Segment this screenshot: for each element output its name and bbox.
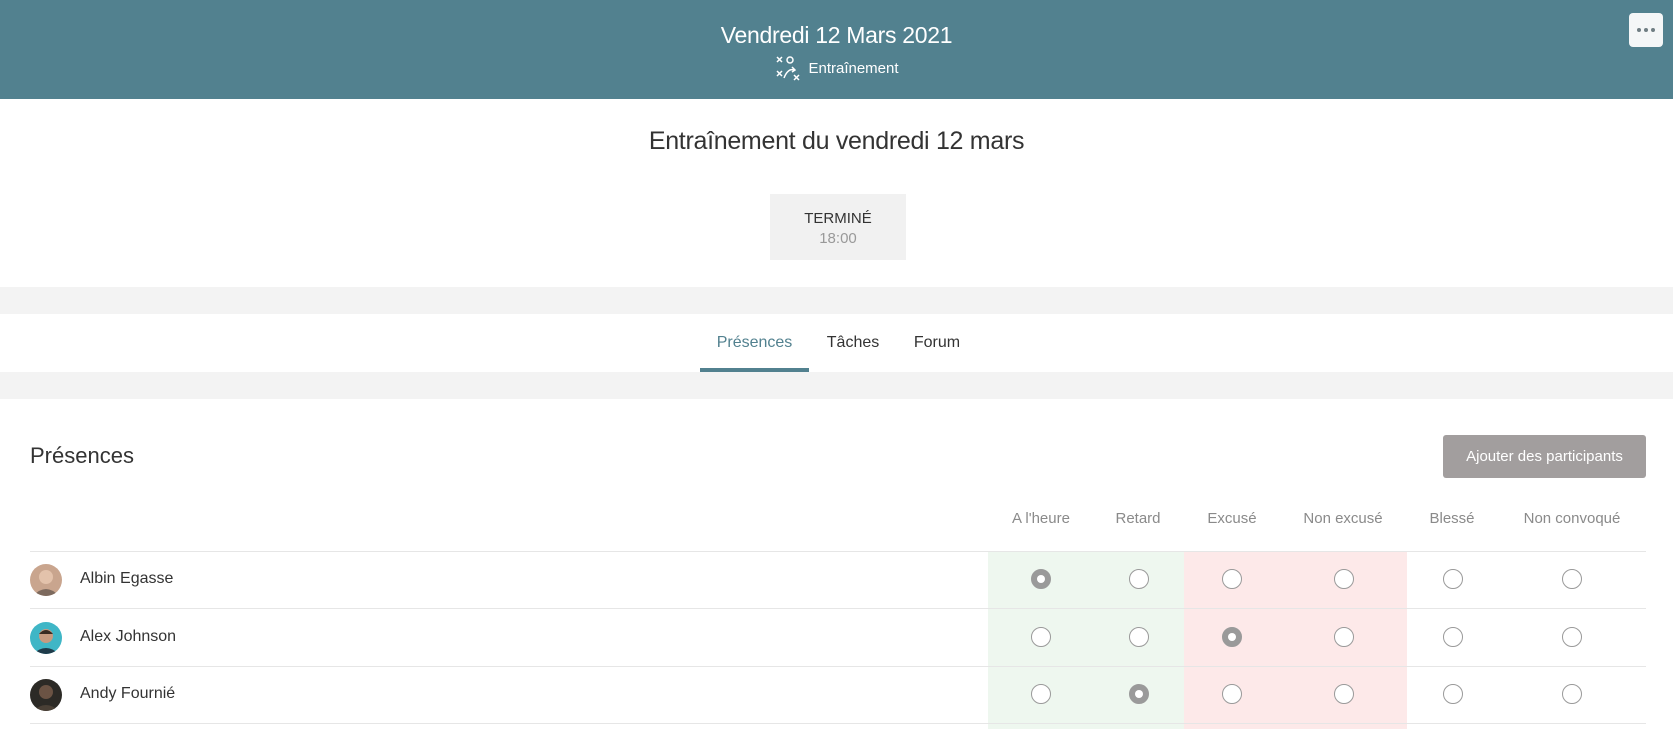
status-label: TERMINÉ [804, 210, 872, 227]
radio-on-time[interactable] [1031, 684, 1051, 704]
radio-not-called[interactable] [1562, 569, 1582, 589]
status-time: 18:00 [819, 230, 857, 247]
radio-not-called[interactable] [1562, 627, 1582, 647]
column-excused: Excusé [1207, 510, 1257, 527]
event-type-label: Entraînement [808, 59, 899, 77]
column-injured: Blessé [1429, 510, 1475, 527]
radio-on-time[interactable] [1031, 627, 1051, 647]
radio-excused[interactable] [1222, 569, 1242, 589]
radio-unexcused[interactable] [1334, 569, 1354, 589]
radio-late[interactable] [1129, 569, 1149, 589]
column-on-time: A l'heure [1012, 510, 1070, 527]
section-divider [0, 287, 1673, 314]
radio-not-called[interactable] [1562, 684, 1582, 704]
avatar [30, 622, 62, 654]
radio-unexcused[interactable] [1334, 627, 1354, 647]
radio-excused[interactable] [1222, 684, 1242, 704]
player-name: Andy Fournié [80, 685, 176, 702]
avatar [30, 564, 62, 596]
player-name: Alex Johnson [80, 628, 177, 645]
row-divider [30, 723, 1646, 724]
avatar [30, 679, 62, 711]
table-row: Andy Fournié [0, 666, 1673, 723]
more-horizontal-icon [1651, 28, 1655, 32]
event-title: Entraînement du vendredi 12 mars [648, 127, 1025, 155]
column-late: Retard [1115, 510, 1161, 527]
event-header: Vendredi 12 Mars 2021 Entraînement [0, 0, 1673, 99]
radio-excused[interactable] [1222, 627, 1242, 647]
player-name: Albin Egasse [80, 570, 174, 587]
tab-forum[interactable]: Forum [905, 314, 969, 372]
radio-late[interactable] [1129, 684, 1149, 704]
event-date-title: Vendredi 12 Mars 2021 [720, 22, 953, 48]
status-badge: TERMINÉ 18:00 [770, 194, 906, 260]
tactics-icon [774, 54, 802, 82]
more-options-button[interactable] [1629, 13, 1663, 47]
table-row: Alex Johnson [0, 609, 1673, 666]
radio-on-time[interactable] [1031, 569, 1051, 589]
more-horizontal-icon [1637, 28, 1641, 32]
tab-presences[interactable]: Présences [700, 314, 809, 372]
radio-injured[interactable] [1443, 627, 1463, 647]
column-unexcused: Non excusé [1303, 510, 1383, 527]
radio-injured[interactable] [1443, 684, 1463, 704]
more-horizontal-icon [1644, 28, 1648, 32]
section-divider [0, 372, 1673, 399]
tab-bar: Présences Tâches Forum [0, 314, 1673, 372]
event-type: Entraînement [0, 54, 1673, 82]
radio-injured[interactable] [1443, 569, 1463, 589]
add-participants-button[interactable]: Ajouter des participants [1443, 435, 1646, 478]
attendance-title: Présences [30, 443, 134, 468]
radio-unexcused[interactable] [1334, 684, 1354, 704]
tab-taches[interactable]: Tâches [820, 314, 886, 372]
radio-late[interactable] [1129, 627, 1149, 647]
column-not-called: Non convoqué [1523, 510, 1621, 527]
table-row: Albin Egasse [0, 551, 1673, 608]
